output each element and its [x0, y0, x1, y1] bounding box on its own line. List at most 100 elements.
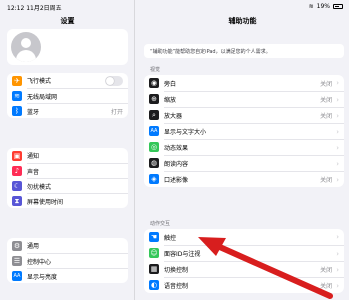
accessibility-item-switch-control[interactable]: ▦ 切换控制 关闭 ›	[144, 261, 344, 277]
accessibility-item-text-size[interactable]: AA 显示与文字大小 ›	[144, 123, 344, 139]
chevron-right-icon: ›	[336, 79, 339, 87]
sidebar-item-label: 勿扰模式	[27, 183, 52, 191]
airplane-icon: ✈	[12, 75, 22, 86]
sidebar-group-notifications: ▣ 通知 ♪ 声音 ☾ 勿扰模式 ⧗ 屏幕使用时间	[7, 148, 128, 208]
accessibility-item-label: 放大器	[164, 113, 183, 120]
accessibility-item-voice-control[interactable]: ◐ 语音控制 关闭 ›	[144, 277, 344, 293]
chevron-right-icon: ›	[336, 95, 339, 104]
status-right: ≋ 19%	[309, 3, 343, 10]
accessibility-pane: 辅助功能 “辅助功能”能帮助您自定iPad，以满足您的个人需求。 视觉 ◉ 旁白关…	[136, 0, 349, 300]
sidebar-item-control-center[interactable]: ☰ 控制中心	[7, 253, 128, 268]
hourglass-icon: ⧗	[12, 195, 22, 206]
accessibility-item-face-id[interactable]: ☺ 面容ID与注视 ›	[144, 245, 344, 261]
switch-control-icon: ▦	[149, 264, 159, 274]
sidebar-item-label: 声音	[27, 168, 40, 176]
sidebar-item-airplane[interactable]: ✈ 飞行模式	[7, 73, 128, 88]
accessibility-item-value: 关闭	[320, 97, 333, 104]
sidebar-group-connectivity: ✈ 飞行模式 ≋ 无线局域网 ᛒ 蓝牙 打开	[7, 73, 128, 118]
accessibility-item-label: 语音控制	[164, 283, 189, 290]
sound-icon: ♪	[12, 165, 22, 176]
page-title: 辅助功能	[228, 17, 257, 25]
sidebar-item-hourglass[interactable]: ⧗ 屏幕使用时间	[7, 193, 128, 208]
accessibility-item-value: 关闭	[320, 113, 333, 120]
status-time: 12:12 11月2日周五	[7, 5, 62, 12]
accessibility-item-magnifier[interactable]: ⌕ 放大器 关闭 ›	[144, 107, 344, 123]
sidebar-item-label: 飞行模式	[27, 78, 52, 85]
sidebar-item-brightness[interactable]: AA 显示与亮度	[7, 268, 128, 283]
accessibility-item-value: 关闭	[320, 267, 333, 274]
chevron-right-icon: ›	[336, 265, 339, 274]
battery-icon	[333, 4, 343, 9]
sidebar-item-label: 通知	[27, 153, 40, 160]
motion-icon: ◎	[149, 142, 159, 152]
sidebar-title: 设置	[60, 17, 75, 25]
zoom-icon: ⊕	[149, 94, 159, 104]
intro-text: “辅助功能”能帮助您自定iPad，以满足您的个人需求。	[144, 44, 344, 58]
chevron-right-icon: ›	[336, 281, 339, 290]
sidebar-group-general: ⚙ 通用 ☰ 控制中心 AA 显示与亮度	[7, 238, 128, 283]
accessibility-item-touch[interactable]: ☚ 触控 ›	[144, 229, 344, 245]
accessibility-item-label: 触控	[164, 234, 177, 242]
accessibility-item-label: 动态效果	[164, 145, 189, 152]
chevron-right-icon: ›	[336, 233, 339, 241]
section-header-vision: 视觉	[150, 67, 161, 73]
sidebar-item-sound[interactable]: ♪ 声音	[7, 163, 128, 178]
chevron-right-icon: ›	[336, 127, 339, 136]
interaction-group: ☚ 触控 › ☺ 面容ID与注视 › ▦ 切换控制 关闭 › ◐ 语音控制 关闭 ›	[144, 229, 344, 293]
voice-control-icon: ◐	[149, 280, 159, 290]
accessibility-item-label: 显示与文字大小	[164, 129, 207, 136]
gear-icon: ⚙	[12, 240, 22, 251]
chevron-right-icon: ›	[336, 111, 339, 120]
audio-description-icon: ◈	[149, 174, 159, 184]
accessibility-item-motion[interactable]: ◎ 动态效果 ›	[144, 139, 344, 155]
face-id-icon: ☺	[149, 248, 159, 258]
sidebar-item-notifications[interactable]: ▣ 通知	[7, 148, 128, 163]
accessibility-item-label: 旁白	[164, 80, 177, 88]
accessibility-item-label: 缩放	[164, 97, 177, 104]
accessibility-item-label: 切换控制	[164, 267, 189, 274]
settings-sidebar: 设置 ✈ 飞行模式 ≋ 无线局域网 ᛒ 蓝牙 打开 ▣ 通知 ♪ 声音 ☾ 勿扰模式 ⧗ 屏幕使用时间 ⚙…	[0, 0, 135, 300]
sidebar-item-label: 控制中心	[27, 258, 52, 266]
speech-icon: ◍	[149, 158, 159, 168]
accessibility-item-value: 关闭	[320, 177, 333, 184]
vision-group: ◉ 旁白 关闭 › ⊕ 缩放 关闭 › ⌕ 放大器 关闭 › AA 显示与文字大小 › ◎ 动态效果 › ◍ 朗读内容…	[144, 75, 344, 187]
sidebar-item-bluetooth[interactable]: ᛒ 蓝牙 打开	[7, 103, 128, 118]
accessibility-item-value: 关闭	[320, 283, 333, 290]
battery-percent: 19%	[316, 3, 330, 10]
sidebar-item-label: 蓝牙	[27, 108, 40, 116]
sidebar-item-label: 无线局域网	[27, 93, 58, 101]
accessibility-item-value: 关闭	[320, 80, 333, 88]
airplane-mode-toggle[interactable]	[105, 75, 123, 86]
notifications-icon: ▣	[12, 150, 22, 161]
accessibility-item-speech[interactable]: ◍ 朗读内容 ›	[144, 155, 344, 171]
wifi-icon: ≋	[12, 90, 22, 101]
chevron-right-icon: ›	[336, 249, 339, 258]
sidebar-item-label: 显示与亮度	[27, 273, 58, 281]
bluetooth-icon: ᛒ	[12, 105, 22, 116]
chevron-right-icon: ›	[336, 175, 339, 184]
sidebar-item-label: 屏幕使用时间	[27, 198, 64, 206]
accessibility-item-label: 口述影像	[164, 177, 189, 184]
sidebar-item-gear[interactable]: ⚙ 通用	[7, 238, 128, 253]
accessibility-item-audio-description[interactable]: ◈ 口述影像 关闭 ›	[144, 171, 344, 187]
accessibility-item-voiceover[interactable]: ◉ 旁白 关闭 ›	[144, 75, 344, 91]
sidebar-item-moon[interactable]: ☾ 勿扰模式	[7, 178, 128, 193]
accessibility-item-label: 面容ID与注视	[164, 251, 201, 258]
brightness-icon: AA	[12, 270, 22, 281]
accessibility-item-label: 朗读内容	[164, 161, 189, 168]
touch-icon: ☚	[149, 232, 159, 242]
magnifier-icon: ⌕	[149, 110, 159, 120]
sidebar-item-label: 通用	[27, 243, 40, 250]
chevron-right-icon: ›	[336, 159, 339, 168]
text-size-icon: AA	[149, 126, 159, 136]
sidebar-item-value: 打开	[110, 108, 123, 116]
profile-card[interactable]	[7, 29, 128, 65]
chevron-right-icon: ›	[336, 143, 339, 152]
avatar	[11, 32, 41, 62]
sidebar-item-wifi[interactable]: ≋ 无线局域网	[7, 88, 128, 103]
wifi-status-icon: ≋	[308, 3, 314, 10]
control-center-icon: ☰	[12, 255, 22, 266]
section-header-interaction: 动作交互	[150, 221, 171, 227]
accessibility-item-zoom[interactable]: ⊕ 缩放 关闭 ›	[144, 91, 344, 107]
status-bar: 12:12 11月2日周五 ≋ 19%	[0, 0, 349, 12]
